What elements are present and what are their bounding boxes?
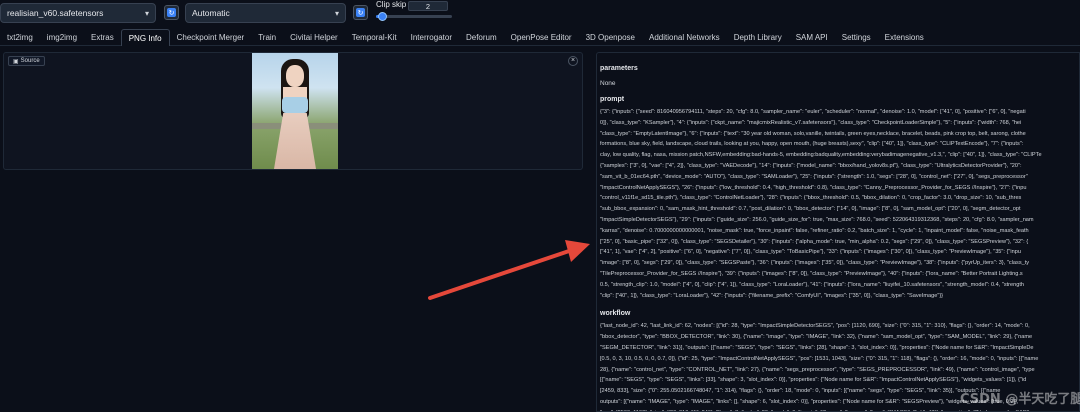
watermark: CSDN @半天吃了腿 [960,392,1080,407]
refresh-vae-button[interactable]: ↻ [353,5,368,20]
code-line: {"last_node_id": 42, "last_link_id": 62,… [600,323,1030,330]
tab-depth-library[interactable]: Depth Library [727,29,789,46]
tab-sam-api[interactable]: SAM API [789,29,835,46]
code-line: "clip": ["40", 1]}, "class_type": "LoraL… [600,292,944,299]
code-line: ["41", 1], "vae": ["4", 2], "positive": … [600,249,1021,256]
checkpoint-dropdown[interactable]: realisian_v60.safetensors ▾ [0,3,156,23]
main-tabs: txt2img img2img Extras PNG Info Checkpoint M… [0,28,1080,46]
vae-dropdown[interactable]: Automatic ▾ [185,3,346,23]
code-line: [{"name": "SEGS", "type": "SEGS", "links… [600,377,1027,384]
tab-settings[interactable]: Settings [835,29,878,46]
photo-face [286,65,304,87]
code-line: "ImpactSimpleDetectorSEGS"}, "29": {"inp… [600,216,1034,223]
refresh-icon: ↻ [167,8,176,17]
code-line: clay, low quality, flag, nasa, mission p… [600,152,1042,159]
top-bar: realisian_v60.safetensors ▾ ↻ Automatic … [0,0,1080,28]
workflow-title: workflow [600,310,631,318]
code-line: 0.5, "strength_clip": 1.0, "model": ["4"… [600,281,1025,288]
code-line: 28}, {"name": "control_net", "type": "CO… [600,366,1035,373]
arrow-shaft [428,248,574,300]
chevron-down-icon: ▾ [144,8,149,18]
tab-deforum[interactable]: Deforum [459,29,504,46]
tab-train[interactable]: Train [251,29,283,46]
parameters-value: None [600,80,616,87]
code-line: "pos": [2500, 1192], "size": {"0": 210, … [600,408,1079,411]
source-photo [252,53,338,169]
code-line: formations, blue sky, field, landscape, … [600,141,1024,148]
code-line: "sub_bbox_expansion": 0, "sam_mask_hint_… [600,206,1021,213]
tab-additional-networks[interactable]: Additional Networks [642,29,727,46]
tab-txt2img[interactable]: txt2img [0,29,40,46]
arrow-head [565,240,590,262]
tab-extras[interactable]: Extras [84,29,121,46]
code-line: "image": ["8", 0], "segs": ["29", 0]}, "… [600,260,1030,267]
code-line: "control_v11f1e_sd15_tile.pth"}, "class_… [600,195,1022,202]
code-line: "bbox_detector", "type": "BBOX_DETECTOR"… [600,334,1033,341]
code-line: 0]}, "class_type": "KSampler"}, "4": {"i… [600,119,1022,126]
close-icon[interactable]: × [568,56,578,66]
tab-openpose-editor[interactable]: OpenPose Editor [504,29,579,46]
source-label-text: Source [20,58,40,64]
png-info-output: parameters None prompt {"3": {"inputs": … [596,52,1080,412]
source-label: ▣ Source [8,56,45,66]
code-line: {"samples": ["3", 0], "vae": ["4", 2]}, … [600,162,1022,169]
photo-top [282,97,308,113]
code-line: "class_type": "EmptyLatentImage"}, "6": … [600,130,1026,137]
code-line: [0.5, 0, 3, 10, 0.5, 0, 0, 0.7, 0]}, {"i… [600,355,1039,362]
tab-extensions[interactable]: Extensions [878,29,931,46]
refresh-checkpoint-button[interactable]: ↻ [164,5,179,20]
prompt-text: {"3": {"inputs": {"seed": 81604095679411… [600,107,1079,301]
clip-skip-slider-thumb[interactable] [378,12,388,21]
tab-checkpoint-merger[interactable]: Checkpoint Merger [170,29,252,46]
tab-png-info[interactable]: PNG Info [120,28,170,46]
clip-skip-label: Clip skip [376,0,407,9]
clip-skip-slider[interactable] [376,12,452,21]
image-icon: ▣ [13,58,19,65]
code-line: "ImpactControlNetApplySEGS"}, "26": {"in… [600,184,1027,191]
code-line: "sam_vit_b_01ec64.pth", "device_mode": "… [600,173,1028,180]
chevron-down-icon: ▾ [334,8,339,18]
clip-skip-input[interactable]: 2 [408,1,448,11]
tab-interrogator[interactable]: Interrogator [404,29,459,46]
code-line: ["25", 0], "basic_pipe": ["32", 0]}, "cl… [600,238,1029,245]
code-line: "karras", "denoise": 0.7000000000000001,… [600,227,1029,234]
tab-civitai-helper[interactable]: Civitai Helper [283,29,345,46]
tab-3d-openpose[interactable]: 3D Openpose [579,29,642,46]
code-line: "TilePreprocessor_Provider_for_SEGS //In… [600,270,1023,277]
checkpoint-value: realisian_v60.safetensors [7,8,104,18]
code-line: {"3": {"inputs": {"seed": 81604095679411… [600,109,1026,115]
source-image-panel[interactable]: ▣ Source × [3,52,583,170]
refresh-icon: ↻ [356,8,365,17]
prompt-title: prompt [600,96,625,103]
tab-img2img[interactable]: img2img [40,29,84,46]
parameters-title: parameters [600,65,638,72]
code-line: "SEGM_DETECTOR", "link": 31}], "outputs"… [600,344,1034,351]
tab-temporal-kit[interactable]: Temporal-Kit [345,29,404,46]
vae-value: Automatic [192,8,230,18]
photo-skirt [274,113,316,169]
